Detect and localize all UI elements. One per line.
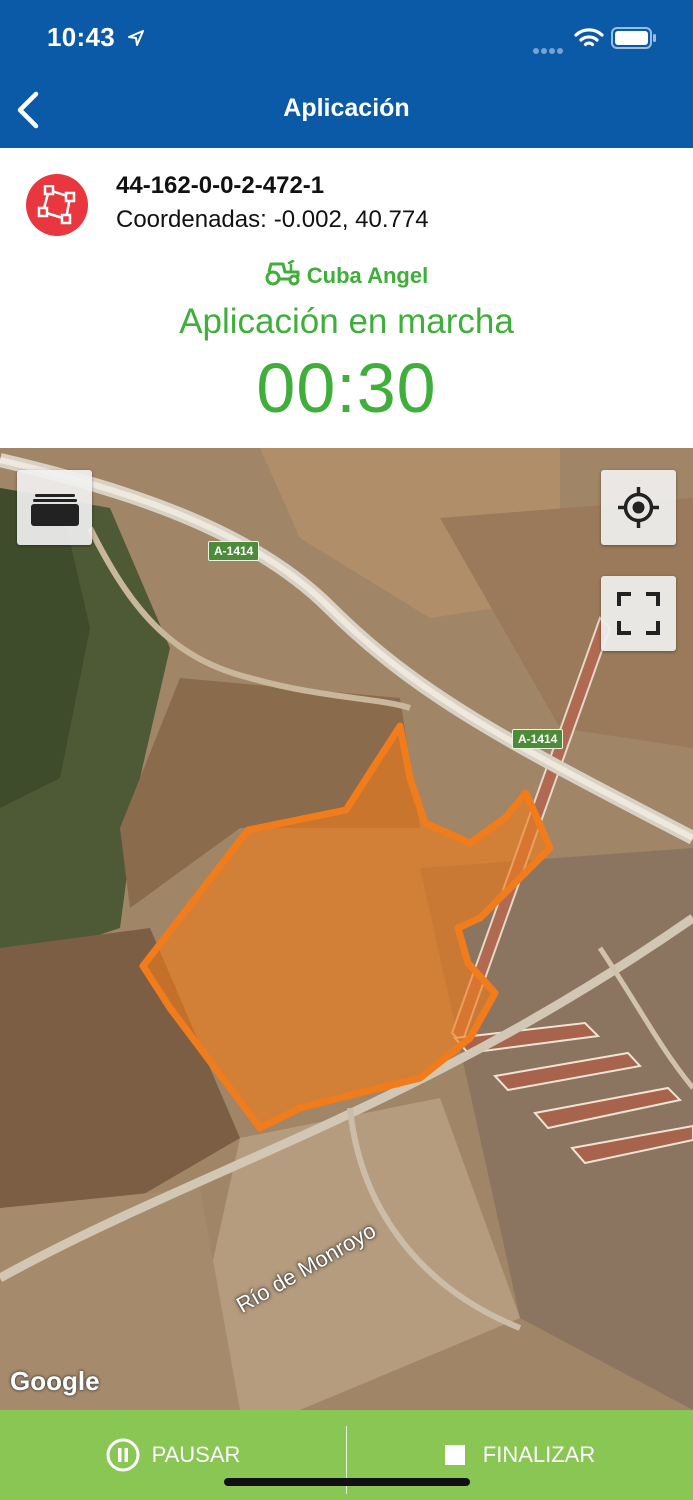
- my-location-button[interactable]: [601, 470, 676, 545]
- app-header: 10:43 Aplicación: [0, 0, 693, 148]
- polygon-icon: [26, 174, 88, 236]
- finish-button[interactable]: FINALIZAR: [347, 1410, 693, 1500]
- crosshair-icon: [618, 487, 659, 528]
- layers-button[interactable]: [17, 470, 92, 545]
- page-title: Aplicación: [283, 94, 410, 122]
- pause-label: PAUSAR: [151, 1442, 241, 1467]
- fullscreen-icon: [617, 592, 660, 635]
- pause-icon: [106, 1438, 140, 1472]
- signal-icon: [533, 41, 565, 59]
- coords-label: Coordenadas:: [116, 206, 267, 233]
- stop-icon: [444, 1445, 465, 1465]
- tractor-icon: [265, 259, 300, 286]
- vehicle-label: Cuba Angel: [306, 263, 429, 288]
- location-arrow-icon: [128, 30, 144, 46]
- action-bar: PAUSAR FINALIZAR: [0, 1410, 693, 1500]
- road-label: A-1414: [512, 729, 564, 749]
- parcel-coordinates: Coordenadas: -0.002, 40.774: [116, 206, 429, 234]
- map-imagery[interactable]: [0, 448, 693, 1410]
- coords-value: -0.002, 40.774: [273, 206, 429, 233]
- road-label: A-1414: [208, 541, 260, 561]
- application-timer: 00:30: [256, 349, 437, 427]
- application-info-panel: 44-162-0-0-2-472-1 Coordenadas: -0.002, 4…: [0, 148, 693, 448]
- status-time: 10:43: [47, 22, 115, 52]
- battery-icon: [611, 27, 656, 49]
- finish-label: FINALIZAR: [482, 1442, 596, 1467]
- layers-icon: [31, 494, 79, 526]
- parcel-id: 44-162-0-0-2-472-1: [116, 172, 325, 199]
- pause-button[interactable]: PAUSAR: [0, 1410, 346, 1500]
- home-indicator: [224, 1478, 470, 1486]
- wifi-icon: [574, 28, 604, 47]
- satellite-map[interactable]: A-1414 A-1414 Río de Monroyo Google: [0, 448, 693, 1410]
- google-logo: Google: [10, 1366, 100, 1396]
- vehicle-name: Cuba Angel: [0, 259, 693, 289]
- application-status: Aplicación en marcha: [179, 302, 514, 341]
- fullscreen-button[interactable]: [601, 576, 676, 651]
